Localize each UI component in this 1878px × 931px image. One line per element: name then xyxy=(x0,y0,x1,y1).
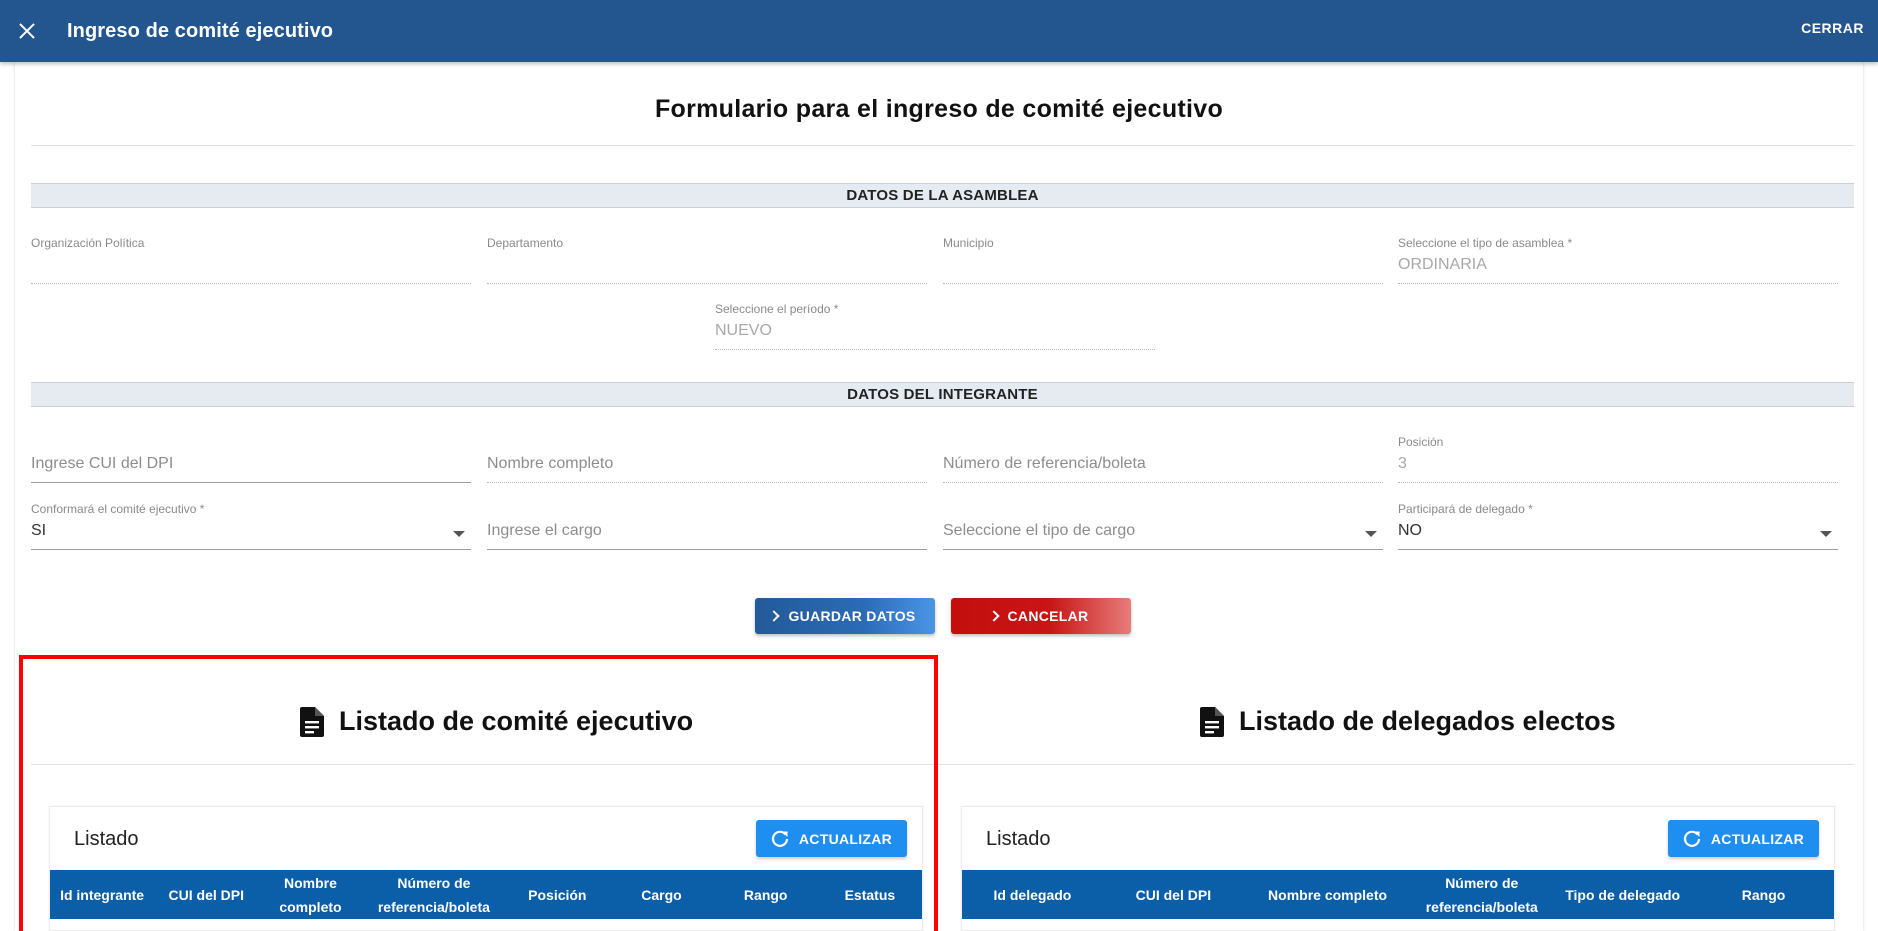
cargo-input[interactable]: Ingrese el cargo xyxy=(487,502,927,550)
refresh-icon xyxy=(1683,830,1700,847)
periodo-label: Seleccione el período * xyxy=(715,302,839,316)
periodo-value: NUEVO xyxy=(715,322,772,339)
cui-placeholder: Ingrese CUI del DPI xyxy=(31,455,174,472)
cui-input[interactable]: Ingrese CUI del DPI xyxy=(31,435,471,483)
comite-panel-title: Listado de comité ejecutivo xyxy=(300,706,693,737)
delegado-select[interactable]: Participará de delegado * NO xyxy=(1398,502,1838,550)
departamento-field[interactable]: Departamento xyxy=(487,236,927,284)
municipio-label: Municipio xyxy=(943,236,994,250)
municipio-field[interactable]: Municipio xyxy=(943,236,1383,284)
column-header[interactable]: Rango xyxy=(714,870,818,919)
delegados-refresh-button[interactable]: ACTUALIZAR xyxy=(1668,820,1819,857)
nombre-input[interactable]: Nombre completo xyxy=(487,435,927,483)
delegados-list-title: Listado xyxy=(986,828,1051,850)
dialog-title: Ingreso de comité ejecutivo xyxy=(67,19,334,42)
column-header[interactable]: Id delegado xyxy=(962,870,1103,919)
close-button[interactable]: CERRAR xyxy=(1801,20,1864,36)
column-header[interactable]: CUI del DPI xyxy=(1103,870,1244,919)
conformara-select[interactable]: Conformará el comité ejecutivo * SI xyxy=(31,502,471,550)
referencia-placeholder: Número de referencia/boleta xyxy=(943,455,1146,472)
form-title: Formulario para el ingreso de comité eje… xyxy=(654,95,1224,123)
document-icon xyxy=(300,706,324,737)
tipo-cargo-placeholder: Seleccione el tipo de cargo xyxy=(943,522,1136,539)
column-header[interactable]: Número de referencia/boleta xyxy=(1411,870,1552,919)
posicion-value: 3 xyxy=(1398,455,1407,472)
column-header[interactable]: Estatus xyxy=(818,870,922,919)
refresh-icon xyxy=(771,830,788,847)
nombre-placeholder: Nombre completo xyxy=(487,455,614,472)
chevron-right-icon xyxy=(768,610,781,622)
delegados-table-header: Id delegado CUI del DPI Nombre completo … xyxy=(962,870,1834,919)
close-icon[interactable] xyxy=(14,18,40,44)
comite-refresh-button[interactable]: ACTUALIZAR xyxy=(756,820,907,857)
document-icon xyxy=(1200,706,1224,737)
organizacion-label: Organización Política xyxy=(31,236,145,250)
cancel-button[interactable]: CANCELAR xyxy=(951,598,1131,634)
tipo-asamblea-select[interactable]: Seleccione el tipo de asamblea * ORDINAR… xyxy=(1398,236,1838,284)
delegados-list-card: Listado ACTUALIZAR Id delegado CUI del D… xyxy=(961,806,1835,931)
column-header[interactable]: Cargo xyxy=(609,870,713,919)
caret-down-icon[interactable] xyxy=(453,531,465,537)
conformara-value: SI xyxy=(31,522,47,539)
comite-table-header: Id integrante CUI del DPI Nombre complet… xyxy=(50,870,922,919)
caret-down-icon[interactable] xyxy=(1820,531,1832,537)
column-header[interactable]: Nombre completo xyxy=(1244,870,1411,919)
divider xyxy=(31,145,1854,146)
comite-list-card: Listado ACTUALIZAR Id integrante CUI del… xyxy=(49,806,923,931)
column-header[interactable]: Número de referencia/boleta xyxy=(363,870,506,919)
referencia-input[interactable]: Número de referencia/boleta xyxy=(943,435,1383,483)
departamento-label: Departamento xyxy=(487,236,564,250)
section-header-asamblea: DATOS DE LA ASAMBLEA xyxy=(31,183,1854,208)
section-header-integrante: DATOS DEL INTEGRANTE xyxy=(31,382,1854,407)
tipo-asamblea-label: Seleccione el tipo de asamblea * xyxy=(1398,236,1573,250)
top-app-bar: Ingreso de comité ejecutivo CERRAR xyxy=(0,0,1878,62)
column-header[interactable]: Posición xyxy=(505,870,609,919)
posicion-label: Posición xyxy=(1398,435,1444,449)
column-header[interactable]: Id integrante xyxy=(50,870,154,919)
conformara-label: Conformará el comité ejecutivo * xyxy=(31,502,205,516)
tipo-cargo-select[interactable]: Seleccione el tipo de cargo xyxy=(943,502,1383,550)
tipo-asamblea-value: ORDINARIA xyxy=(1398,256,1487,273)
column-header[interactable]: CUI del DPI xyxy=(154,870,258,919)
column-header[interactable]: Tipo de delegado xyxy=(1552,870,1693,919)
organizacion-field[interactable]: Organización Política xyxy=(31,236,471,284)
periodo-select[interactable]: Seleccione el período * NUEVO xyxy=(715,302,1155,350)
column-header[interactable]: Nombre completo xyxy=(258,870,362,919)
chevron-right-icon xyxy=(987,610,1000,622)
delegados-panel-title: Listado de delegados electos xyxy=(1200,706,1616,737)
delegado-value: NO xyxy=(1398,522,1422,539)
divider xyxy=(31,764,1854,765)
save-button[interactable]: GUARDAR DATOS xyxy=(755,598,935,634)
caret-down-icon[interactable] xyxy=(1365,531,1377,537)
delegado-label: Participará de delegado * xyxy=(1398,502,1533,516)
column-header[interactable]: Rango xyxy=(1693,870,1834,919)
cargo-placeholder: Ingrese el cargo xyxy=(487,522,602,539)
comite-list-title: Listado xyxy=(74,828,139,850)
posicion-field[interactable]: Posición 3 xyxy=(1398,435,1838,483)
